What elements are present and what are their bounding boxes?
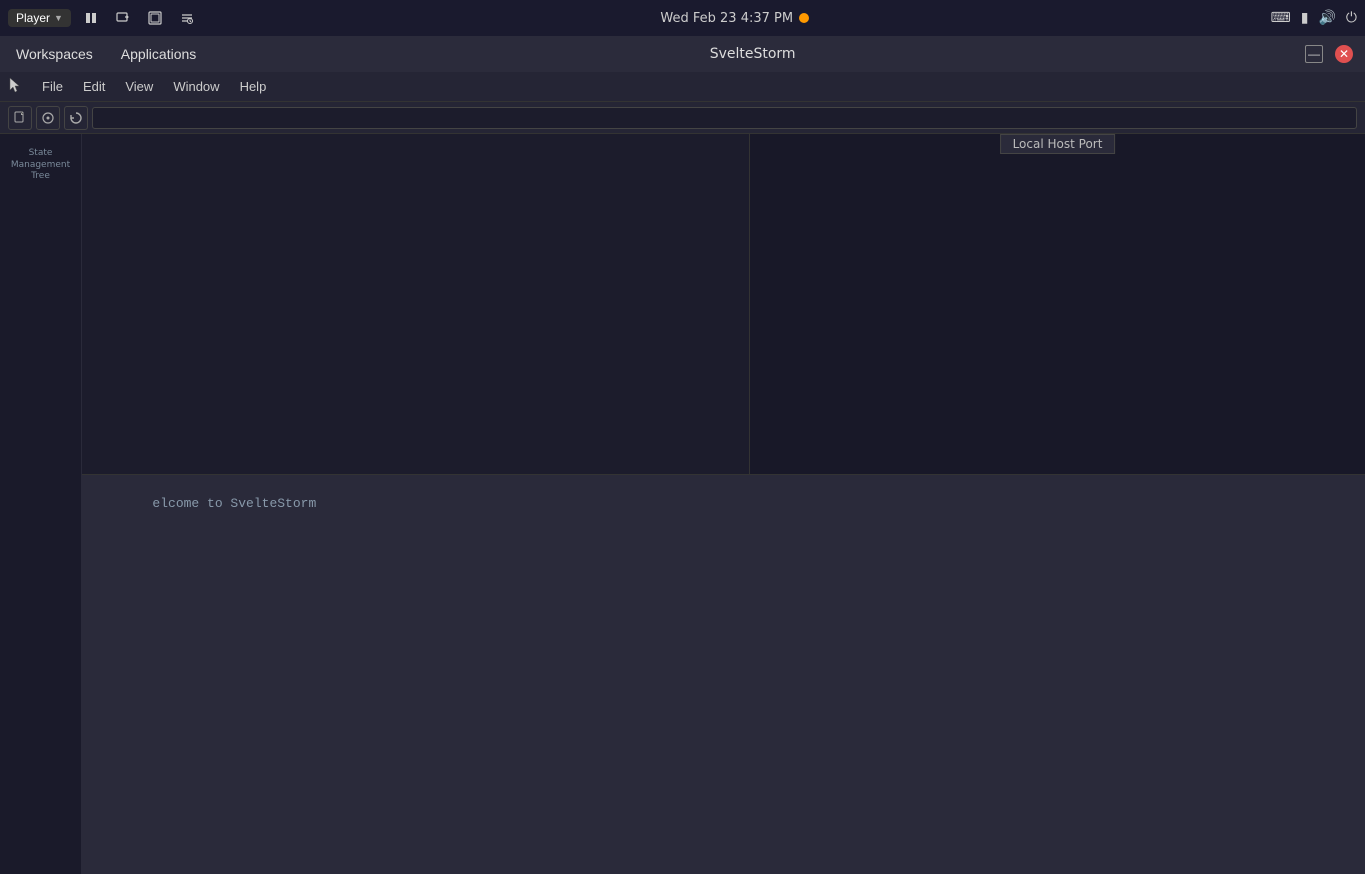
left-sidebar: State Management Tree: [0, 134, 82, 874]
workspaces-button[interactable]: Workspaces: [12, 44, 97, 64]
menu-bar: File Edit View Window Help: [0, 72, 1365, 102]
new-file-button[interactable]: [8, 106, 32, 130]
power-icon[interactable]: ⏻: [1346, 10, 1357, 26]
open-file-button[interactable]: [36, 106, 60, 130]
system-datetime: Wed Feb 23 4:37 PM: [660, 11, 793, 26]
refresh-icon: [69, 111, 83, 125]
settings-vm-icon: [180, 11, 194, 25]
content-area: Local Host Port elcome to SvelteStorm: [82, 134, 1365, 874]
window-close-button[interactable]: ✕: [1335, 45, 1353, 63]
editor-pane[interactable]: [82, 134, 750, 474]
terminal-welcome: elcome to SvelteStorm: [152, 496, 316, 511]
send-to-vm-icon: [116, 11, 130, 25]
applications-button[interactable]: Applications: [117, 44, 201, 64]
local-host-port-bar: Local Host Port: [1000, 134, 1116, 154]
terminal-pane: elcome to SvelteStorm: [82, 474, 1365, 874]
edit-menu[interactable]: Edit: [75, 77, 113, 96]
player-button[interactable]: Player ▼: [8, 9, 71, 27]
help-menu[interactable]: Help: [232, 77, 275, 96]
volume-icon[interactable]: 🔊: [1318, 10, 1335, 26]
local-host-port-label: Local Host Port: [1013, 137, 1103, 151]
player-dropdown-arrow: ▼: [54, 13, 63, 23]
main-area: State Management Tree Local Host Port el…: [0, 134, 1365, 874]
battery-icon[interactable]: ▮: [1301, 10, 1309, 26]
toolbar: [0, 102, 1365, 134]
system-bar-right: ⌨ ▮ 🔊 ⏻: [1271, 10, 1357, 26]
vm-icon-2[interactable]: [143, 9, 167, 27]
state-management-tree-label[interactable]: State Management Tree: [11, 148, 70, 183]
terminal-text: elcome to SvelteStorm: [82, 475, 1365, 532]
player-label: Player: [16, 11, 50, 25]
open-icon: [41, 111, 55, 125]
system-bar-left: Player ▼: [8, 9, 199, 27]
pause-icon: [84, 11, 98, 25]
system-bar-center: Wed Feb 23 4:37 PM: [660, 11, 809, 26]
editor-pane-inner: [82, 134, 749, 474]
new-file-icon: [13, 111, 27, 125]
pause-button[interactable]: [79, 9, 103, 27]
app-title-text: SvelteStorm: [710, 46, 796, 62]
keyboard-icon[interactable]: ⌨: [1271, 10, 1291, 26]
app-bar: Workspaces Applications SvelteStorm — ✕: [0, 36, 1365, 72]
window-menu[interactable]: Window: [165, 77, 227, 96]
cursor-icon: [8, 76, 22, 94]
menu-bar-items: File Edit View Window Help: [34, 77, 274, 96]
app-bar-left: Workspaces Applications: [12, 44, 200, 64]
vm-icon-3[interactable]: [175, 9, 199, 27]
app-title: SvelteStorm: [710, 46, 796, 62]
top-split: Local Host Port: [82, 134, 1365, 474]
refresh-button[interactable]: [64, 106, 88, 130]
system-bar: Player ▼: [0, 0, 1365, 36]
url-bar[interactable]: [92, 107, 1357, 129]
window-minimize-button[interactable]: —: [1305, 45, 1323, 63]
notification-dot: [799, 13, 809, 23]
fullscreen-icon: [148, 11, 162, 25]
view-menu[interactable]: View: [117, 77, 161, 96]
vm-icon-1[interactable]: [111, 9, 135, 27]
preview-pane: Local Host Port: [750, 134, 1365, 474]
menu-cursor-area: [8, 76, 30, 98]
file-menu[interactable]: File: [34, 77, 71, 96]
app-bar-right: — ✕: [1305, 45, 1353, 63]
